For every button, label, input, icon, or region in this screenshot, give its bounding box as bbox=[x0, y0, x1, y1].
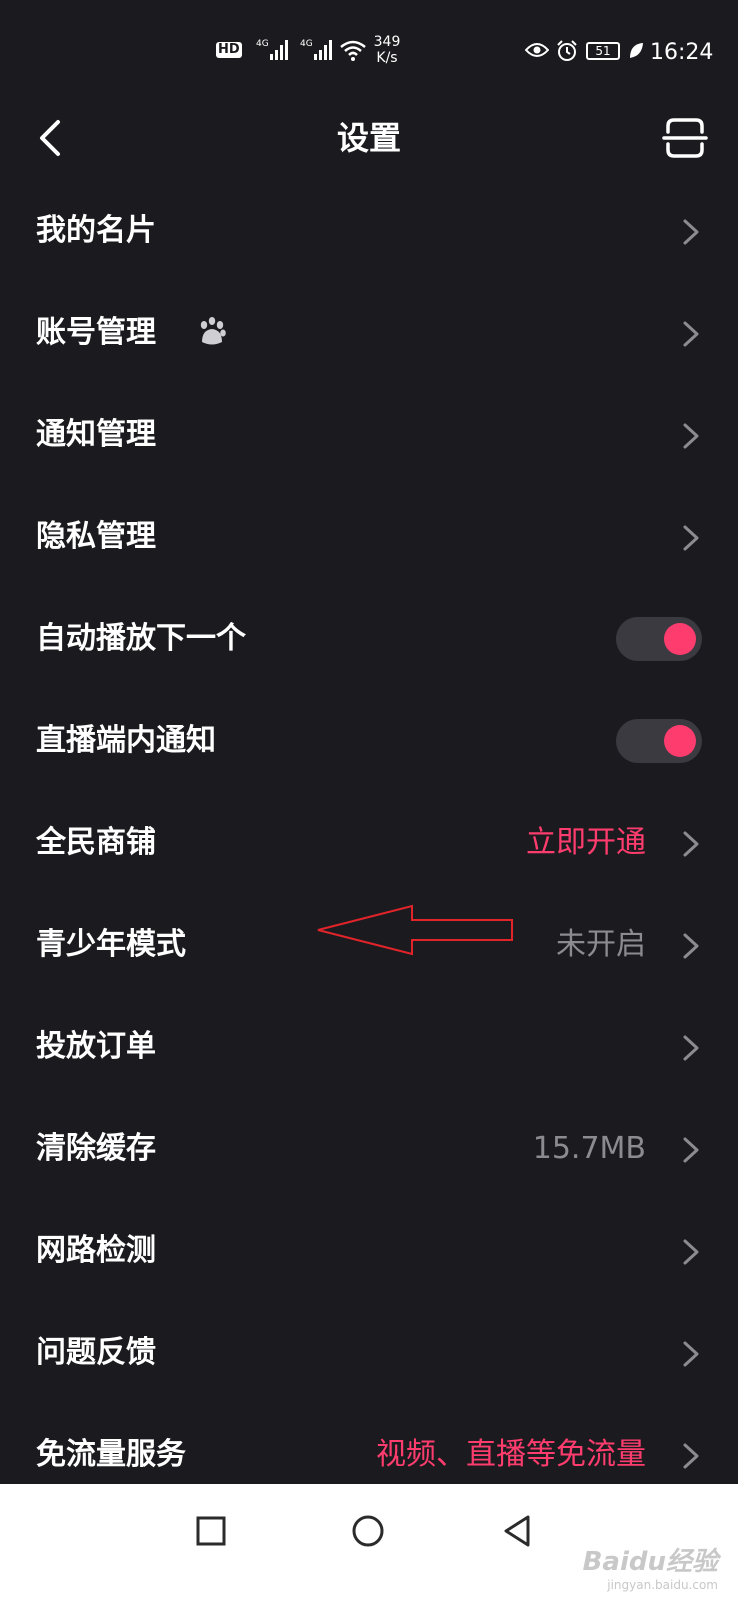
network-speed: 349 K/s bbox=[370, 34, 404, 66]
settings-item-shop[interactable]: 全民商铺 立即开通 bbox=[0, 792, 738, 894]
signal-icon: 4G bbox=[256, 36, 292, 66]
signal-label: 4G bbox=[256, 39, 269, 49]
status-bar: HD 4G 4G 349 K/s 51 16:24 bbox=[0, 0, 738, 100]
scan-icon bbox=[662, 118, 708, 158]
settings-item-label: 青少年模式 bbox=[36, 927, 186, 962]
wifi-icon bbox=[340, 40, 366, 66]
signal-label: 4G bbox=[300, 39, 313, 49]
settings-list: 我的名片 账号管理 通知管理 隐私管理 自动播放下一个 直播端内通知 全民商铺 … bbox=[0, 180, 738, 1506]
settings-item-autoplay: 自动播放下一个 bbox=[0, 588, 738, 690]
chevron-right-icon bbox=[683, 525, 699, 551]
chevron-right-icon bbox=[683, 321, 699, 347]
settings-item-my-card[interactable]: 我的名片 bbox=[0, 180, 738, 282]
hd-indicator: HD bbox=[216, 42, 242, 58]
home-button[interactable] bbox=[346, 1510, 390, 1554]
toggle-knob bbox=[664, 623, 696, 655]
settings-item-label: 网路检测 bbox=[36, 1233, 156, 1268]
scan-button[interactable] bbox=[660, 110, 710, 166]
settings-item-privacy[interactable]: 隐私管理 bbox=[0, 486, 738, 588]
speed-value: 349 bbox=[373, 34, 401, 50]
settings-item-label: 清除缓存 bbox=[36, 1131, 156, 1166]
live-notify-toggle[interactable] bbox=[616, 719, 702, 763]
chevron-right-icon bbox=[683, 1443, 699, 1469]
top-nav-bar: 设置 bbox=[0, 100, 738, 180]
annotation-arrow-icon bbox=[317, 904, 513, 956]
leaf-icon bbox=[628, 42, 644, 64]
settings-item-ad-orders[interactable]: 投放订单 bbox=[0, 996, 738, 1098]
settings-item-label: 投放订单 bbox=[36, 1029, 156, 1064]
baidu-paw-icon bbox=[200, 317, 226, 345]
settings-item-clear-cache[interactable]: 清除缓存 15.7MB bbox=[0, 1098, 738, 1200]
circle-icon bbox=[352, 1515, 384, 1547]
autoplay-toggle[interactable] bbox=[616, 617, 702, 661]
cache-size: 15.7MB bbox=[532, 1131, 646, 1166]
chevron-right-icon bbox=[683, 1137, 699, 1163]
triangle-back-icon bbox=[504, 1515, 530, 1547]
page-title: 设置 bbox=[336, 119, 401, 157]
settings-item-network-check[interactable]: 网路检测 bbox=[0, 1200, 738, 1302]
settings-item-live-notify: 直播端内通知 bbox=[0, 690, 738, 792]
settings-item-label: 直播端内通知 bbox=[36, 723, 216, 758]
chevron-right-icon bbox=[683, 423, 699, 449]
eye-icon bbox=[524, 42, 550, 62]
clock-time: 16:24 bbox=[650, 40, 714, 65]
signal-icon: 4G bbox=[300, 36, 336, 66]
settings-item-label: 问题反馈 bbox=[36, 1335, 156, 1370]
shop-activate-link[interactable]: 立即开通 bbox=[526, 792, 646, 894]
settings-item-label: 账号管理 bbox=[36, 315, 156, 350]
settings-item-label: 自动播放下一个 bbox=[36, 621, 246, 656]
settings-item-label: 隐私管理 bbox=[36, 519, 156, 554]
system-nav-bar: Baidu经验 jingyan.baidu.com bbox=[0, 1484, 738, 1600]
settings-item-feedback[interactable]: 问题反馈 bbox=[0, 1302, 738, 1404]
recent-apps-button[interactable] bbox=[190, 1510, 234, 1554]
system-back-button[interactable] bbox=[498, 1510, 542, 1554]
chevron-right-icon bbox=[683, 1035, 699, 1061]
settings-item-notifications[interactable]: 通知管理 bbox=[0, 384, 738, 486]
watermark-brand: Baidu经验 bbox=[582, 1547, 718, 1577]
settings-item-label: 全民商铺 bbox=[36, 825, 156, 860]
settings-item-account[interactable]: 账号管理 bbox=[0, 282, 738, 384]
baidu-watermark: Baidu经验 jingyan.baidu.com bbox=[583, 1541, 718, 1592]
teen-mode-status: 未开启 bbox=[556, 927, 646, 962]
toggle-knob bbox=[664, 725, 696, 757]
chevron-right-icon bbox=[683, 831, 699, 857]
chevron-right-icon bbox=[683, 219, 699, 245]
speed-unit: K/s bbox=[376, 50, 398, 66]
square-icon bbox=[196, 1516, 226, 1546]
alarm-icon bbox=[556, 40, 578, 66]
chevron-right-icon bbox=[683, 1239, 699, 1265]
watermark-site: jingyan.baidu.com bbox=[607, 1578, 718, 1592]
chevron-right-icon bbox=[683, 1341, 699, 1367]
settings-item-label: 通知管理 bbox=[36, 417, 156, 452]
chevron-right-icon bbox=[683, 933, 699, 959]
settings-item-label: 我的名片 bbox=[36, 213, 156, 248]
battery-indicator: 51 bbox=[586, 42, 620, 60]
